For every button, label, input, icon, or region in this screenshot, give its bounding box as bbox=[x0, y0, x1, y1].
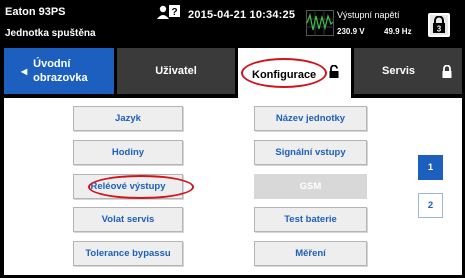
tab-user-label: Uživatel bbox=[155, 65, 197, 77]
clock-button[interactable]: Hodiny bbox=[73, 140, 183, 165]
call-service-button[interactable]: Volat servis bbox=[73, 207, 183, 232]
unit-name-button[interactable]: Název jednotky bbox=[254, 106, 367, 131]
page-1-button[interactable]: 1 bbox=[418, 155, 443, 180]
svg-text:3: 3 bbox=[437, 25, 442, 34]
user-help-icon[interactable]: ? bbox=[157, 4, 181, 19]
lock-icon: 3 bbox=[433, 16, 445, 34]
svg-text:?: ? bbox=[171, 7, 177, 18]
voltage-value: 230.9 V bbox=[337, 27, 365, 36]
meter-title: Výstupní napětí bbox=[337, 10, 400, 20]
tab-service[interactable]: Servis bbox=[354, 48, 462, 94]
signal-inputs-button[interactable]: Signální vstupy bbox=[254, 140, 367, 165]
waveform-icon bbox=[306, 10, 334, 36]
highlight-ring-config bbox=[241, 58, 327, 88]
device-name: Eaton 93PS bbox=[5, 6, 66, 18]
battery-test-button[interactable]: Test baterie bbox=[254, 207, 367, 232]
tab-home-label: Úvodní obrazovka bbox=[33, 58, 88, 84]
lock-icon bbox=[442, 65, 452, 78]
tab-home[interactable]: ◀ Úvodní obrazovka bbox=[4, 48, 114, 94]
date-time: 2015-04-21 10:34:25 bbox=[188, 9, 296, 21]
config-panel: Jazyk Hodiny Reléové výstupy Volat servi… bbox=[4, 98, 462, 275]
language-button[interactable]: Jazyk bbox=[73, 106, 183, 131]
back-arrow-icon: ◀ bbox=[21, 66, 28, 76]
lock-open-icon bbox=[329, 65, 339, 78]
metering-button[interactable]: Měření bbox=[254, 241, 367, 266]
unit-status: Jednotka spuštěna bbox=[5, 28, 96, 39]
tab-bar: ◀ Úvodní obrazovka Uživatel Konfigurace … bbox=[0, 44, 465, 102]
gsm-button: GSM bbox=[254, 174, 367, 199]
highlight-ring-relay bbox=[88, 175, 194, 199]
frequency-value: 49.9 Hz bbox=[384, 27, 412, 36]
login-lock-button[interactable]: 3 bbox=[428, 13, 450, 37]
bypass-tolerance-button[interactable]: Tolerance bypassu bbox=[73, 241, 183, 266]
tab-user[interactable]: Uživatel bbox=[117, 48, 235, 94]
tab-service-label: Servis bbox=[382, 65, 416, 77]
page-2-button[interactable]: 2 bbox=[418, 193, 443, 218]
header-bar: Eaton 93PS Jednotka spuštěna ? 2015-04-2… bbox=[0, 0, 465, 44]
